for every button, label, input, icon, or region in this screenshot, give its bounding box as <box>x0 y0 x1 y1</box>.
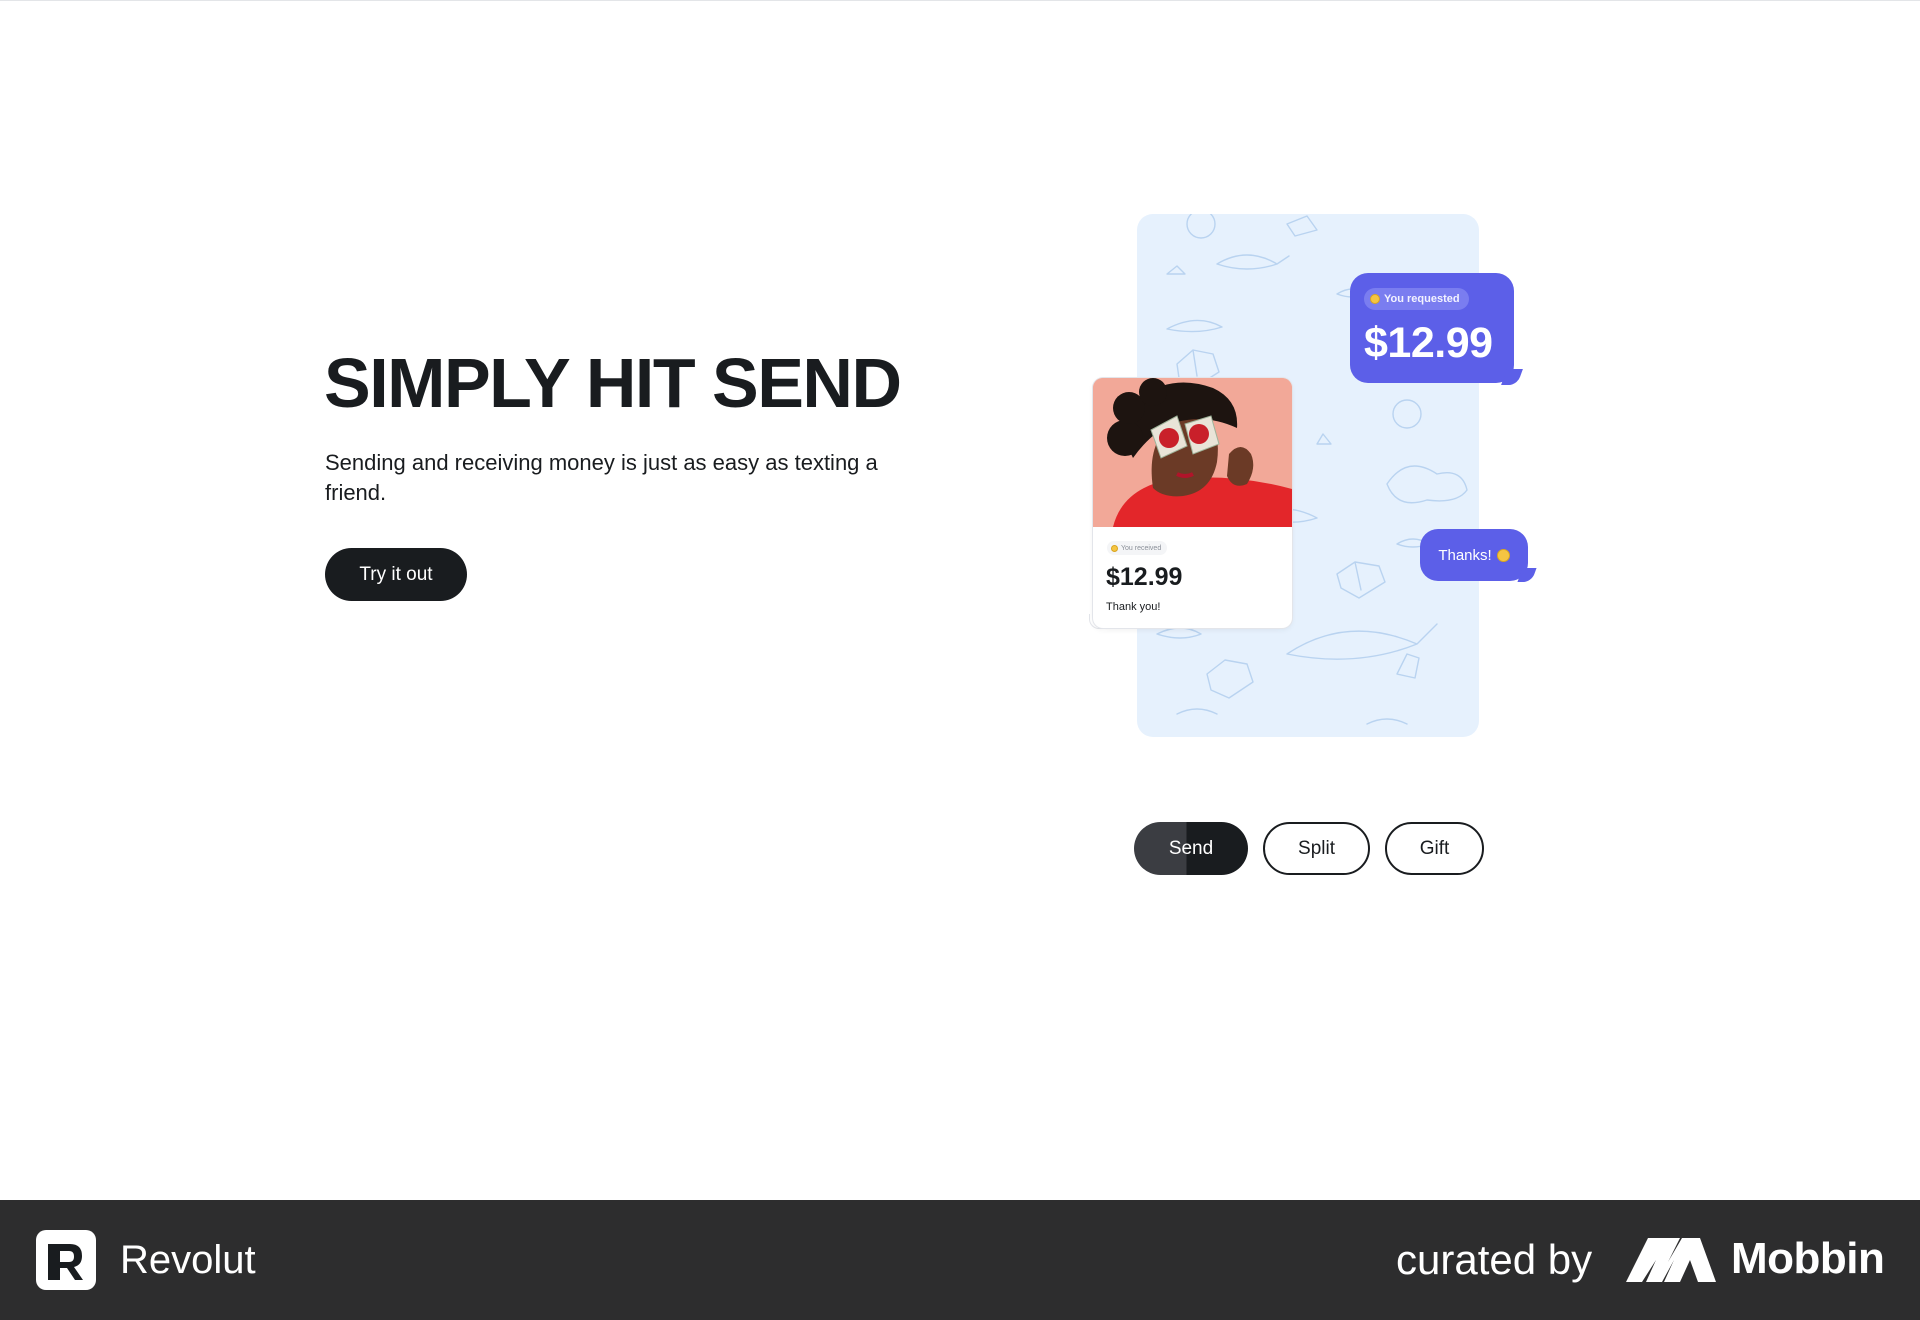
received-note: Thank you! <box>1106 601 1161 613</box>
request-chip: You requested <box>1364 288 1469 310</box>
smile-emoji-icon <box>1111 544 1118 552</box>
request-bubble: You requested $12.99 <box>1350 273 1523 385</box>
mobbin-name: Mobbin <box>1731 1234 1885 1283</box>
thanks-bubble: Thanks! <box>1420 529 1537 582</box>
hero-title: SIMPLY HIT SEND <box>324 344 902 422</box>
brand-name: Revolut <box>120 1238 256 1282</box>
hero-subtitle: Sending and receiving money is just as e… <box>325 450 878 505</box>
person-photo-illustration <box>1093 378 1292 527</box>
curated-by-label: curated by <box>1396 1236 1593 1283</box>
bubble-tail <box>1517 568 1537 582</box>
tab-send[interactable]: Send <box>1134 822 1248 875</box>
request-amount: $12.99 <box>1364 319 1493 367</box>
try-it-out-button[interactable]: Try it out <box>325 548 467 601</box>
request-chip-label: You requested <box>1384 293 1460 305</box>
card-photo <box>1093 378 1292 527</box>
top-divider <box>0 0 1920 1</box>
tab-split[interactable]: Split <box>1263 822 1370 875</box>
revolut-logo-icon <box>36 1230 96 1290</box>
footer-bar: Revolut curated by Mobbin <box>0 1200 1920 1320</box>
grin-emoji-icon <box>1496 548 1510 562</box>
received-tag: You received <box>1107 541 1168 555</box>
tab-gift[interactable]: Gift <box>1385 822 1484 875</box>
received-tag-label: You received <box>1121 544 1162 552</box>
received-card: You received $12.99 Thank you! <box>1093 378 1292 628</box>
received-amount: $12.99 <box>1106 563 1183 591</box>
smile-emoji-icon <box>1370 294 1380 304</box>
bubble-tail <box>1501 369 1523 385</box>
mobbin-logo-icon <box>1626 1238 1716 1282</box>
thanks-text: Thanks! <box>1438 546 1492 564</box>
transfer-mode-tabs: Send Split Gift <box>1134 822 1484 875</box>
